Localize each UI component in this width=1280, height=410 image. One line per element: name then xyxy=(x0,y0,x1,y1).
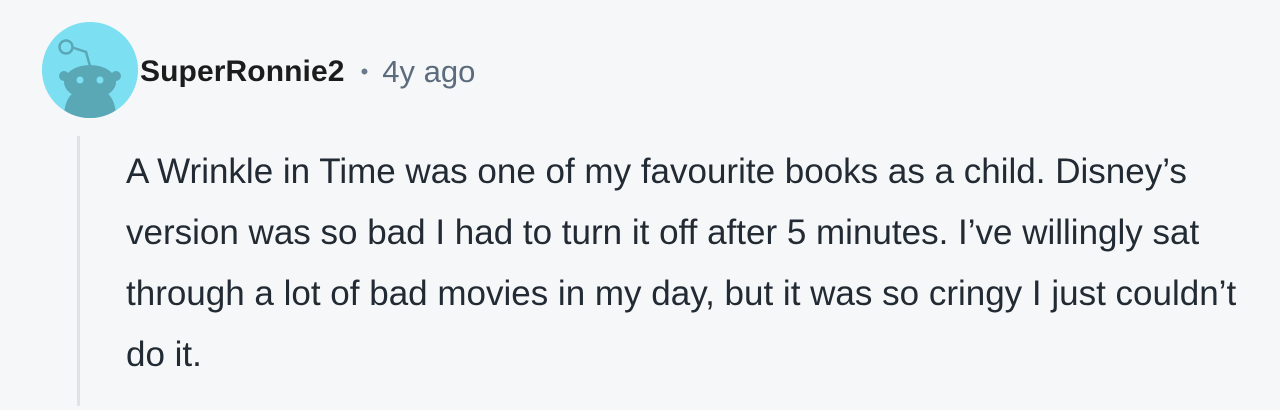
snoo-avatar-icon[interactable] xyxy=(42,22,138,118)
separator-dot: • xyxy=(360,59,369,84)
thread-line[interactable] xyxy=(77,136,80,406)
comment-header: SuperRonnie2 • 4y ago xyxy=(140,50,475,94)
timestamp[interactable]: 4y ago xyxy=(382,54,475,90)
comment-body: A Wrinkle in Time was one of my favourit… xyxy=(126,152,1237,374)
author-name[interactable]: SuperRonnie2 xyxy=(140,55,345,89)
comment: SuperRonnie2 • 4y ago A Wrinkle in Time … xyxy=(0,0,1280,410)
